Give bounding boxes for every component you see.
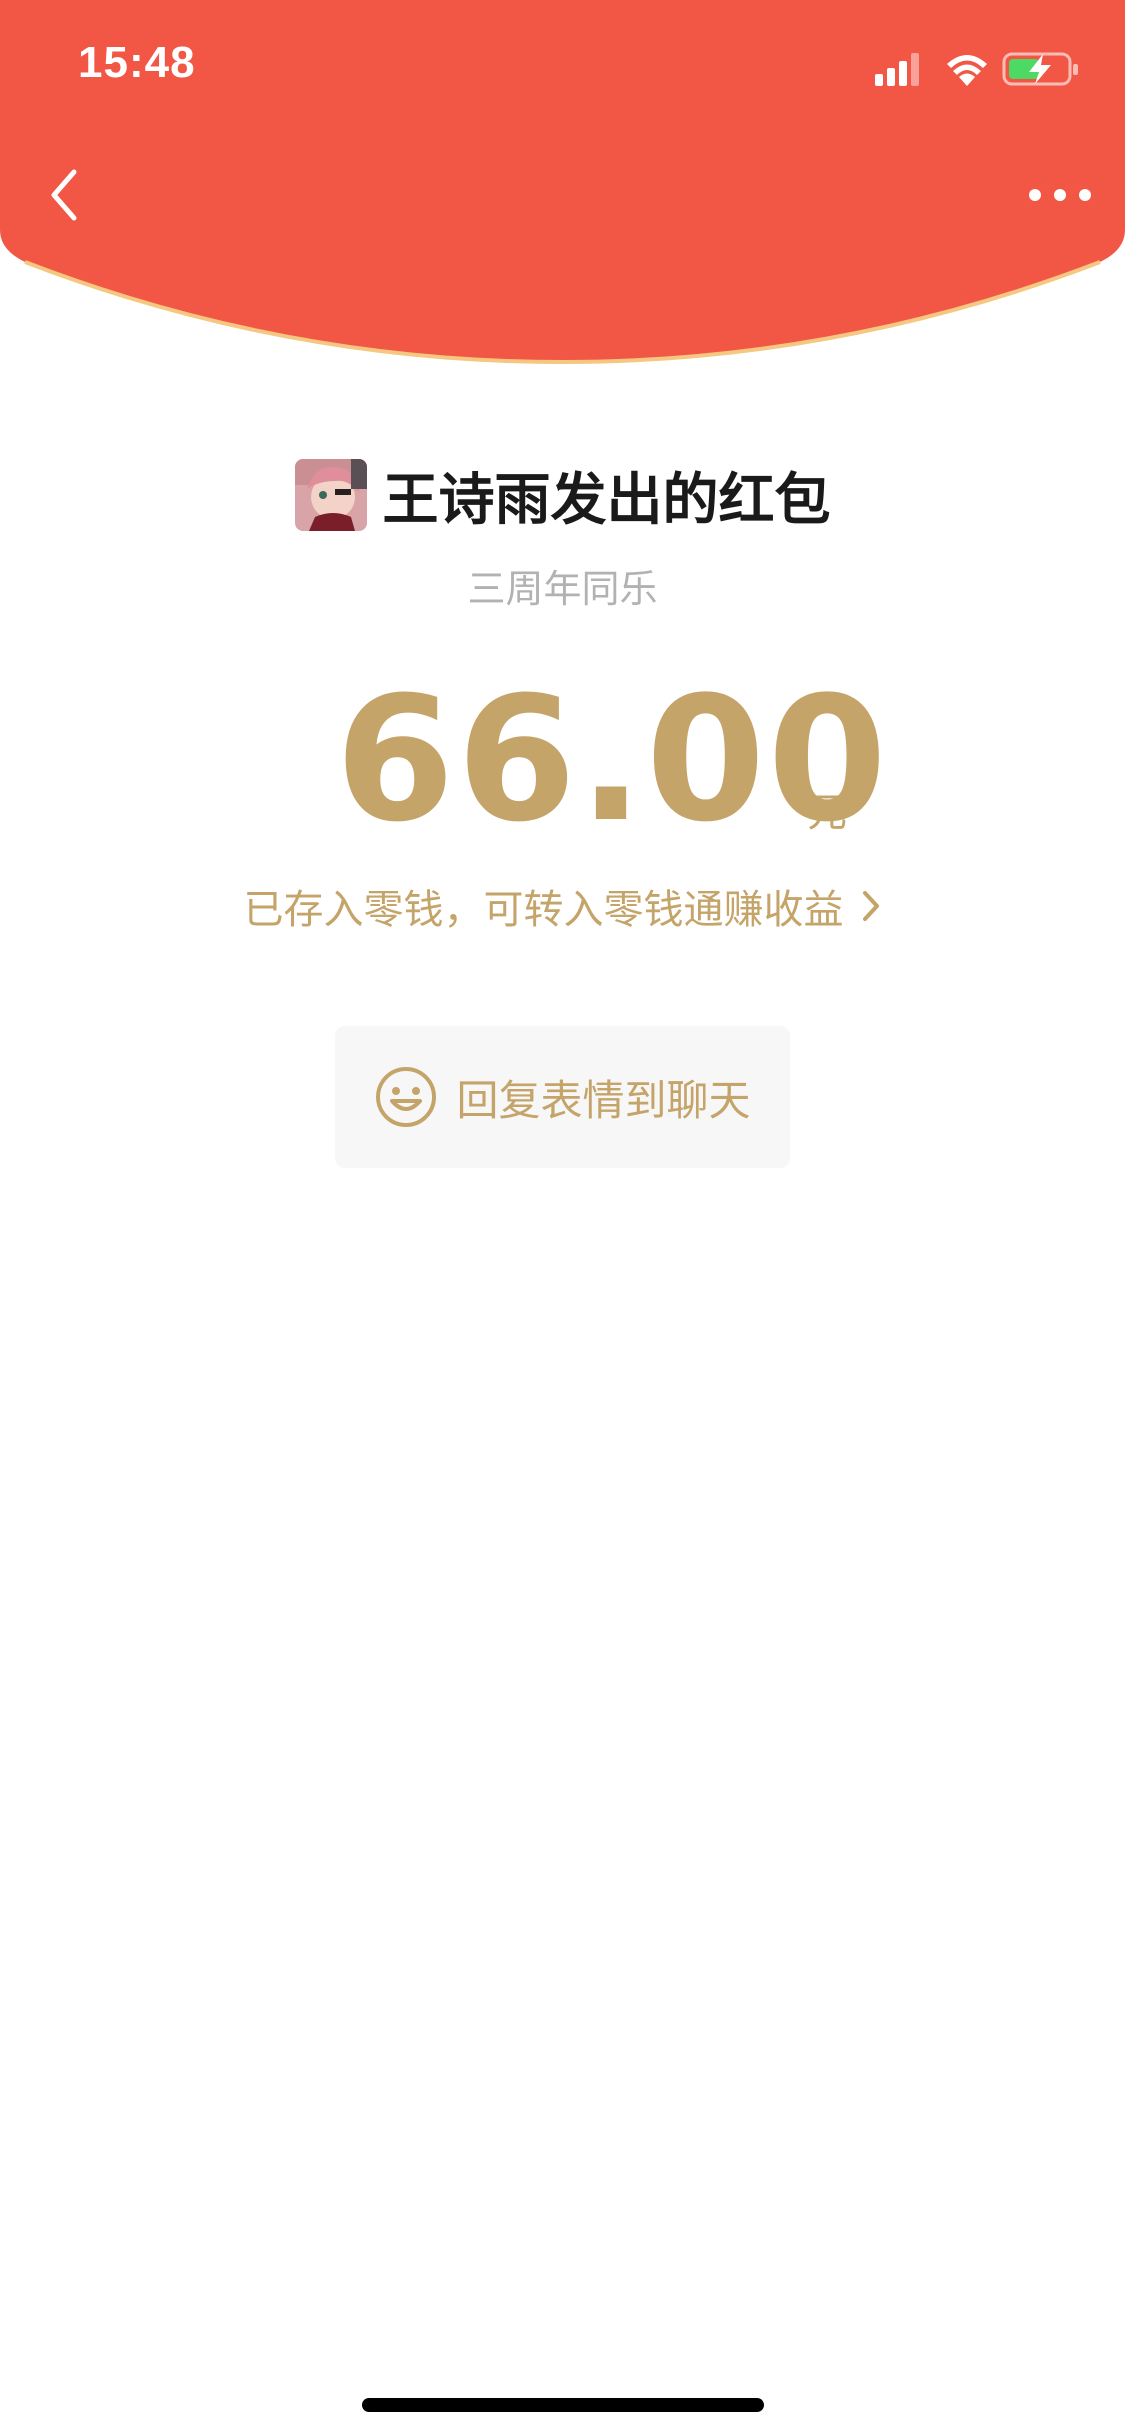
status-time: 15:48 (78, 38, 196, 87)
amount-row: 66.00 元 (0, 670, 1125, 850)
greeting-message: 三周年同乐 (467, 567, 658, 611)
sender-avatar[interactable] (294, 459, 367, 531)
currency-unit: 元 (807, 790, 847, 836)
chevron-right-icon (862, 891, 879, 921)
signal-icon (875, 53, 919, 86)
avatar-image (294, 459, 367, 531)
battery-charging-icon (1002, 52, 1078, 86)
home-indicator[interactable] (362, 2398, 764, 2412)
status-bar: 15:48 (0, 0, 1125, 130)
reply-sticker-button[interactable]: 回复表情到聊天 (335, 1026, 790, 1168)
status-icons (875, 52, 1078, 86)
sender-row: 王诗雨发出的红包 (0, 455, 1125, 535)
red-packet-detail-screen: 15:48 王诗雨发出的红包 三周年同乐 66.00 元 已存入零钱，可转入零钱… (0, 0, 1125, 2436)
sender-title: 王诗雨发出的红包 (382, 467, 831, 533)
back-icon[interactable] (40, 160, 90, 230)
saved-to-change-link[interactable]: 已存入零钱，可转入零钱通赚收益 (0, 877, 1125, 935)
saved-to-change-text: 已存入零钱，可转入零钱通赚收益 (243, 887, 844, 933)
more-dots-icon[interactable] (1025, 175, 1095, 215)
reply-sticker-label: 回复表情到聊天 (456, 1075, 751, 1125)
amount-value: 66.00 (335, 659, 890, 860)
wifi-icon (947, 55, 987, 86)
smiley-icon (376, 1067, 437, 1127)
